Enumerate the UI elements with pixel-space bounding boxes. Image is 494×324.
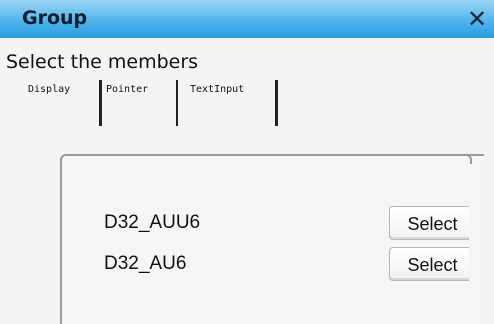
member-row: D32_AUU6 Select	[0, 206, 494, 242]
tab-pointer-label: Pointer	[106, 84, 149, 95]
tab-pointer[interactable]: Pointer	[102, 80, 178, 126]
close-icon[interactable]: ✕	[464, 6, 490, 32]
window-title: Group	[22, 7, 88, 29]
select-button[interactable]: Select	[389, 206, 469, 240]
member-name: D32_AUU6	[104, 212, 201, 233]
tab-textinput[interactable]: TextInput	[186, 80, 278, 126]
tab-display-label: Display	[28, 84, 71, 95]
tab-textinput-label: TextInput	[190, 84, 245, 95]
title-bar: Group ✕	[0, 0, 494, 38]
member-name: D32_AU6	[104, 253, 187, 274]
member-row: D32_AU6 Select	[0, 247, 494, 283]
tab-display[interactable]: Display	[26, 80, 102, 126]
select-button[interactable]: Select	[389, 247, 469, 281]
instruction-text: Select the members	[6, 51, 199, 73]
